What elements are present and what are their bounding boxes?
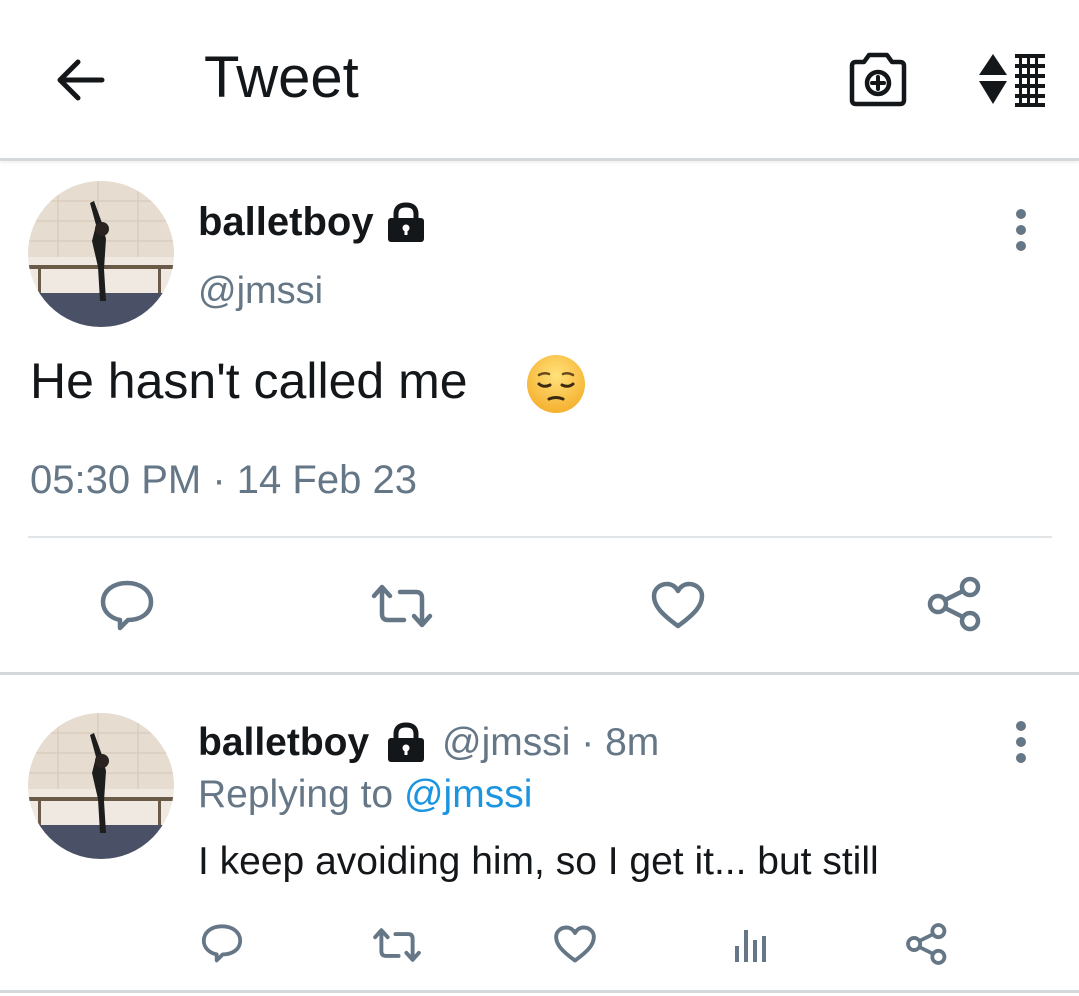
retweet-icon	[371, 584, 433, 628]
retweet-icon	[373, 928, 421, 962]
page-title: Tweet	[204, 45, 359, 110]
mention-link[interactable]: @jmssi	[404, 773, 532, 816]
section-divider	[0, 672, 1079, 675]
camera-plus-icon	[849, 52, 907, 107]
reply-meta: @jmssi · 8m	[442, 720, 659, 766]
back-button[interactable]	[52, 52, 108, 108]
pensive-face-icon	[525, 353, 587, 415]
tweet-date: 14 Feb 23	[236, 458, 417, 502]
bottom-divider	[0, 990, 1079, 993]
analytics-button[interactable]	[733, 924, 769, 969]
analytics-icon	[735, 930, 766, 962]
reply-handle[interactable]: @jmssi	[442, 721, 570, 764]
reply-age: 8m	[605, 721, 660, 764]
lock-icon	[384, 720, 428, 764]
reply-icon	[201, 924, 243, 963]
like-button[interactable]	[650, 580, 706, 635]
heart-icon	[651, 581, 705, 629]
separator: ·	[581, 721, 595, 764]
more-options-button[interactable]	[1006, 206, 1036, 256]
divider	[28, 536, 1052, 538]
reply-display-name[interactable]: balletboy	[198, 720, 369, 766]
more-vertical-icon	[1016, 721, 1026, 763]
separator: ·	[212, 458, 226, 502]
avatar[interactable]	[28, 181, 174, 327]
replying-to: Replying to @jmssi	[198, 772, 532, 818]
sort-list-icon	[979, 54, 1045, 107]
arrow-left-icon	[57, 59, 105, 101]
reply-button[interactable]	[98, 578, 156, 637]
like-button[interactable]	[553, 924, 597, 969]
retweet-button[interactable]	[370, 582, 434, 635]
more-options-button[interactable]	[1006, 718, 1036, 768]
share-icon	[927, 576, 981, 632]
avatar[interactable]	[28, 713, 174, 859]
reply-button[interactable]	[200, 922, 244, 969]
share-button[interactable]	[905, 922, 949, 971]
tweet-timestamp: 05:30 PM · 14 Feb 23	[30, 456, 417, 504]
share-button[interactable]	[926, 576, 984, 637]
camera-button[interactable]	[846, 48, 910, 110]
share-icon	[906, 923, 947, 965]
reply-text: I keep avoiding him, so I get it... but …	[198, 840, 879, 883]
replying-prefix: Replying to	[198, 773, 394, 816]
retweet-button[interactable]	[372, 926, 422, 969]
more-vertical-icon	[1016, 209, 1026, 251]
display-name[interactable]: balletboy	[198, 198, 374, 246]
sort-button[interactable]	[975, 50, 1047, 108]
lock-icon	[384, 200, 428, 244]
top-app-bar: Tweet	[0, 0, 1079, 161]
user-handle[interactable]: @jmssi	[198, 268, 323, 314]
heart-icon	[554, 925, 596, 963]
tweet-time: 05:30 PM	[30, 458, 202, 502]
reply-icon	[100, 580, 154, 631]
tweet-text: He hasn't called me	[30, 353, 468, 409]
